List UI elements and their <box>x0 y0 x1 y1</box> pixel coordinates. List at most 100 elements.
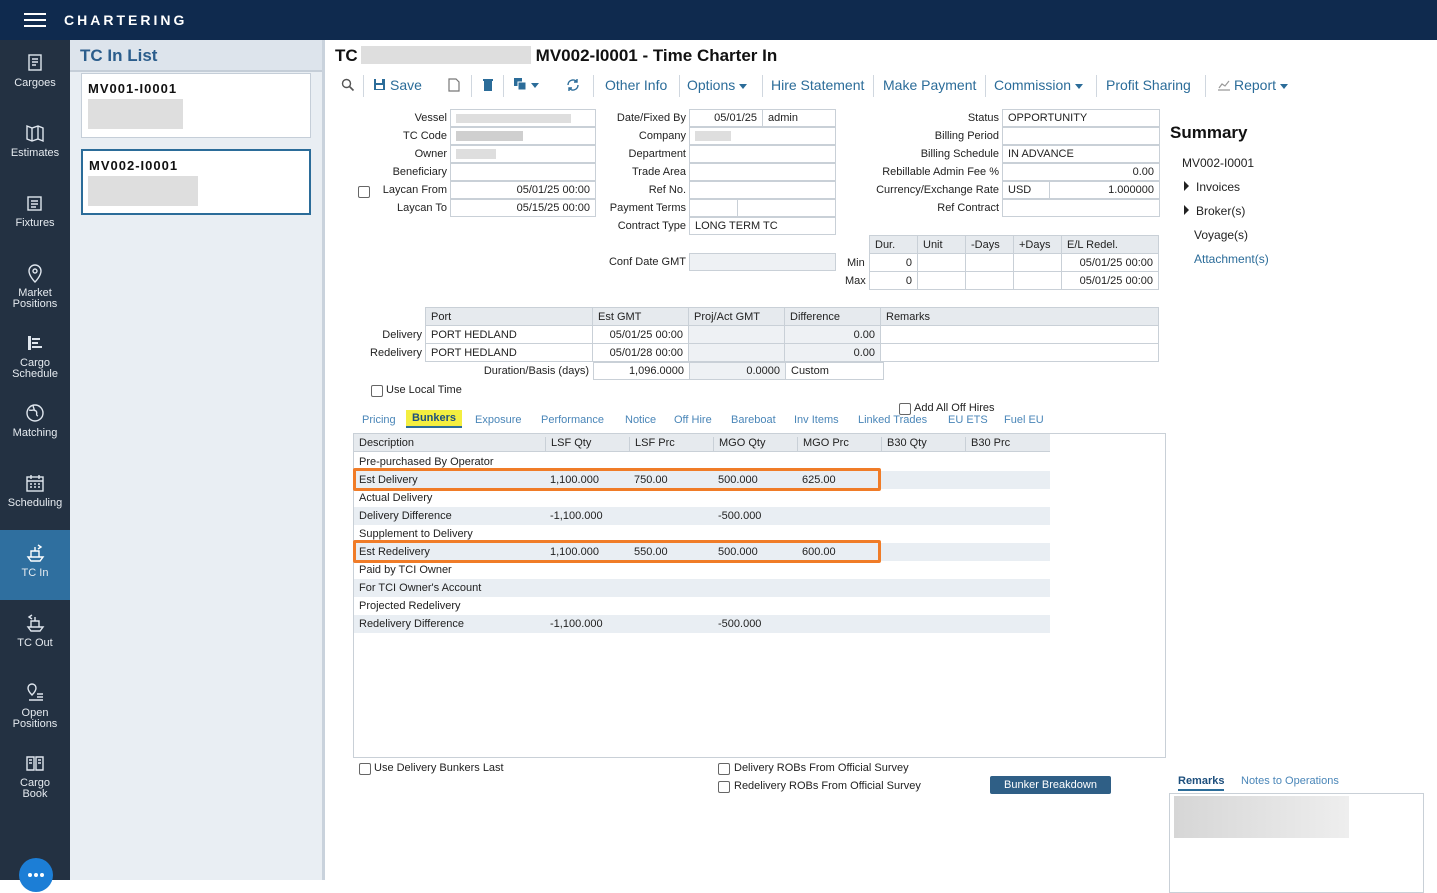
company-field[interactable] <box>689 127 836 145</box>
table-row[interactable]: Actual Delivery <box>354 489 1050 507</box>
redelivery-robs-checkbox[interactable] <box>718 781 730 793</box>
max-unit-cell[interactable] <box>917 271 966 290</box>
contract-type-field[interactable]: LONG TERM TC <box>689 217 836 235</box>
tab-eu-ets[interactable]: EU ETS <box>948 414 988 426</box>
table-row[interactable]: Paid by TCI Owner <box>354 561 1050 579</box>
rebillable-fee-field[interactable]: 0.00 <box>1002 163 1160 181</box>
tab-remarks[interactable]: Remarks <box>1178 775 1225 791</box>
tab-notes-to-operations[interactable]: Notes to Operations <box>1241 775 1339 787</box>
laycan-from-field[interactable]: 05/01/25 00:00 <box>450 181 596 199</box>
use-local-time-checkbox[interactable] <box>371 385 383 397</box>
list-item[interactable]: MV001-I0001 <box>81 73 311 138</box>
copy-menu[interactable] <box>513 76 539 92</box>
billing-schedule-field[interactable]: IN ADVANCE <box>1002 145 1160 163</box>
nav-estimates[interactable]: Estimates <box>0 110 70 180</box>
report-menu[interactable]: Report <box>1217 77 1289 93</box>
table-row[interactable]: Delivery Difference -1,100.000 -500.000 <box>354 507 1050 525</box>
trade-area-field[interactable] <box>689 163 836 181</box>
delivery-robs-checkbox[interactable] <box>718 763 730 775</box>
commission-menu[interactable]: Commission <box>994 77 1084 93</box>
date-fixed-field[interactable]: 05/01/25 <box>689 109 763 127</box>
status-field[interactable]: OPPORTUNITY <box>1002 109 1160 127</box>
list-item-selected[interactable]: MV002-I0001 <box>81 149 311 215</box>
tc-code-field[interactable] <box>450 127 596 145</box>
billing-period-field[interactable] <box>1002 127 1160 145</box>
table-row[interactable]: Projected Redelivery <box>354 597 1050 615</box>
nav-market-positions[interactable]: Market Positions <box>0 250 70 320</box>
tab-bareboat[interactable]: Bareboat <box>731 414 776 426</box>
exchange-rate-field[interactable]: 1.000000 <box>1049 181 1160 199</box>
hire-statement-button[interactable]: Hire Statement <box>771 77 864 93</box>
summary-invoices[interactable]: Invoices <box>1184 180 1240 194</box>
nav-tc-out[interactable]: TC Out <box>0 600 70 670</box>
owner-field[interactable] <box>450 145 596 163</box>
bunker-breakdown-button[interactable]: Bunker Breakdown <box>990 776 1111 794</box>
redelivery-remarks-cell[interactable] <box>880 343 1159 362</box>
nav-scheduling[interactable]: Scheduling <box>0 460 70 530</box>
max-minus-days-cell[interactable] <box>965 271 1014 290</box>
tab-bunkers[interactable]: Bunkers <box>406 410 463 428</box>
new-document-icon[interactable] <box>448 78 460 92</box>
bunker-value-cell[interactable]: -500.000 <box>718 507 761 525</box>
hamburger-menu-icon[interactable] <box>24 13 46 27</box>
beneficiary-field[interactable] <box>450 163 596 181</box>
delivery-proj-gmt-cell[interactable] <box>688 325 785 344</box>
summary-attachments[interactable]: Attachment(s) <box>1194 252 1269 266</box>
other-info-button[interactable]: Other Info <box>605 77 667 93</box>
summary-voyages[interactable]: Voyage(s) <box>1194 228 1248 242</box>
min-unit-cell[interactable] <box>917 253 966 272</box>
fixed-by-field[interactable]: admin <box>762 109 836 127</box>
table-row[interactable]: Redelivery Difference -1,100.000 -500.000 <box>354 615 1050 633</box>
duration-days-field[interactable]: 1,096.0000 <box>593 362 690 380</box>
ref-contract-field[interactable] <box>1002 199 1160 217</box>
delivery-port-cell[interactable]: PORT HEDLAND <box>425 325 593 344</box>
vessel-field[interactable] <box>450 109 596 127</box>
min-minus-days-cell[interactable] <box>965 253 1014 272</box>
min-plus-days-cell[interactable] <box>1013 253 1062 272</box>
laycan-to-field[interactable]: 05/15/25 00:00 <box>450 199 596 217</box>
ref-no-field[interactable] <box>689 181 836 199</box>
search-icon[interactable] <box>341 78 355 92</box>
nav-matching[interactable]: Matching <box>0 390 70 460</box>
bunker-value-cell[interactable]: -1,100.000 <box>550 615 603 633</box>
save-button[interactable]: Save <box>373 77 422 93</box>
redelivery-port-cell[interactable]: PORT HEDLAND <box>425 343 593 362</box>
nav-fixtures[interactable]: Fixtures <box>0 180 70 250</box>
tab-exposure[interactable]: Exposure <box>475 414 521 426</box>
delete-icon[interactable] <box>482 78 494 92</box>
payment-terms-field[interactable] <box>689 199 738 217</box>
tab-pricing[interactable]: Pricing <box>362 414 396 426</box>
conf-date-field[interactable] <box>689 253 836 271</box>
max-plus-days-cell[interactable] <box>1013 271 1062 290</box>
make-payment-button[interactable]: Make Payment <box>883 77 976 93</box>
refresh-icon[interactable] <box>566 78 580 92</box>
basis-type-field[interactable]: Custom <box>785 362 884 380</box>
profit-sharing-button[interactable]: Profit Sharing <box>1106 77 1191 93</box>
currency-field[interactable]: USD <box>1002 181 1050 199</box>
nav-cargoes[interactable]: Cargoes <box>0 40 70 110</box>
chat-icon[interactable] <box>19 858 53 892</box>
nav-cargo-book[interactable]: Cargo Book <box>0 740 70 810</box>
tab-inv-items[interactable]: Inv Items <box>794 414 839 426</box>
min-el-redel-cell[interactable]: 05/01/25 00:00 <box>1061 253 1159 272</box>
tab-off-hire[interactable]: Off Hire <box>674 414 712 426</box>
max-duration-cell[interactable]: 0 <box>869 271 918 290</box>
payment-terms-desc-field[interactable] <box>737 199 836 217</box>
bunker-value-cell[interactable]: -1,100.000 <box>550 507 603 525</box>
nav-cargo-schedule[interactable]: Cargo Schedule <box>0 320 70 390</box>
delivery-remarks-cell[interactable] <box>880 325 1159 344</box>
max-el-redel-cell[interactable]: 05/01/25 00:00 <box>1061 271 1159 290</box>
min-duration-cell[interactable]: 0 <box>869 253 918 272</box>
tab-fuel-eu[interactable]: Fuel EU <box>1004 414 1044 426</box>
nav-tc-in[interactable]: TC In <box>0 530 70 600</box>
delivery-est-gmt-cell[interactable]: 05/01/25 00:00 <box>592 325 689 344</box>
tab-notice[interactable]: Notice <box>625 414 656 426</box>
basis-days-field[interactable]: 0.0000 <box>689 362 786 380</box>
bunker-value-cell[interactable]: -500.000 <box>718 615 761 633</box>
summary-brokers[interactable]: Broker(s) <box>1184 204 1245 218</box>
tab-linked-trades[interactable]: Linked Trades <box>858 414 927 426</box>
nav-open-positions[interactable]: Open Positions <box>0 670 70 740</box>
table-row[interactable]: For TCI Owner's Account <box>354 579 1050 597</box>
department-field[interactable] <box>689 145 836 163</box>
laycan-checkbox[interactable] <box>358 186 370 198</box>
